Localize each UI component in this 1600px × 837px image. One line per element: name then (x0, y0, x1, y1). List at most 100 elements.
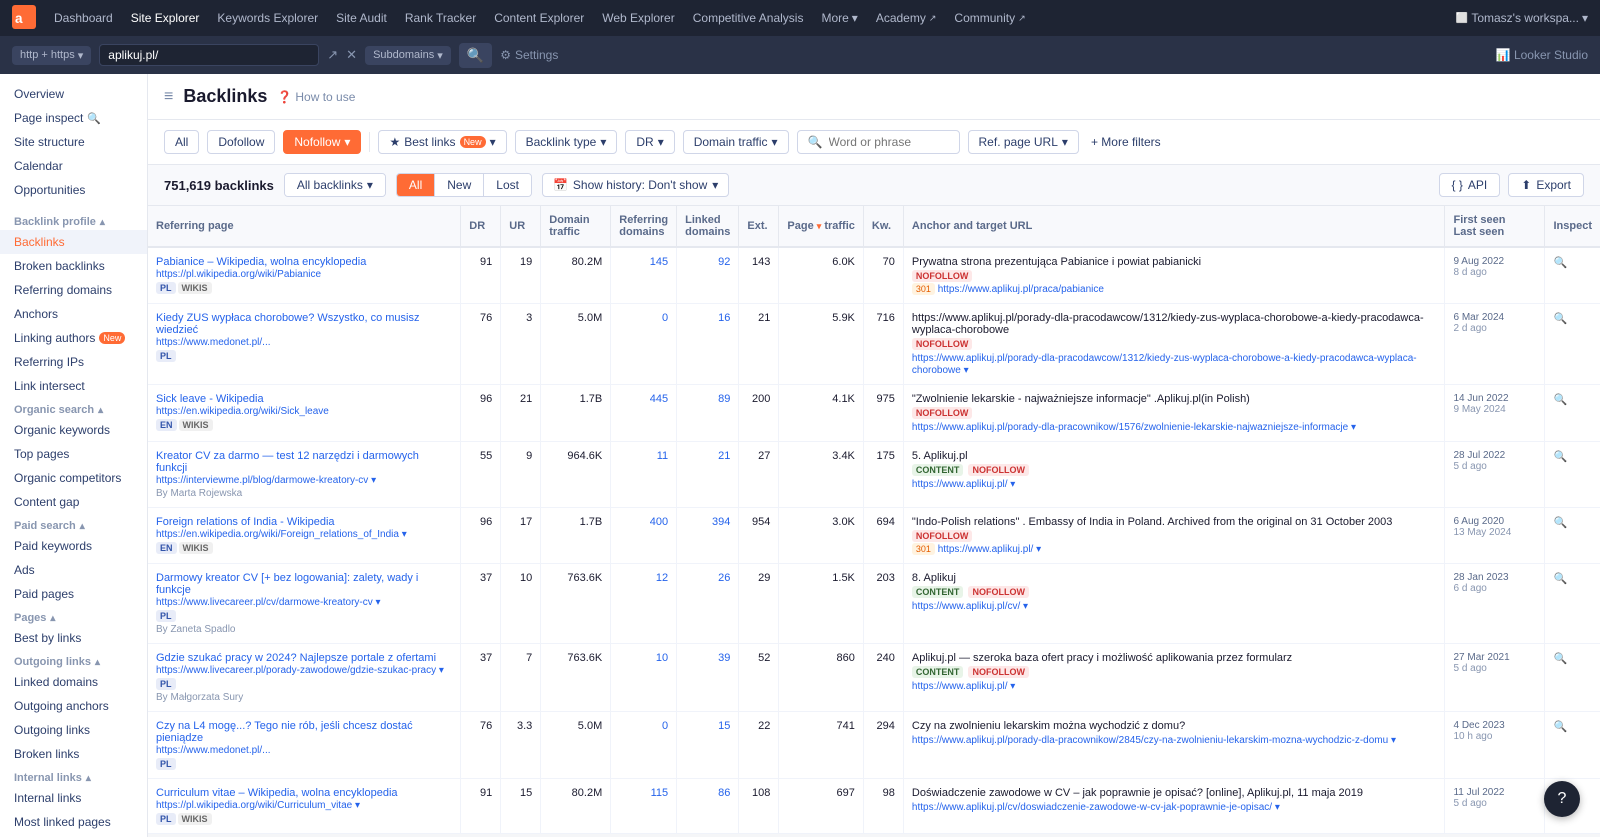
close-icon[interactable]: ✕ (346, 47, 357, 63)
sidebar-item-content-gap[interactable]: Content gap (0, 490, 147, 514)
ref-page-title-link[interactable]: Foreign relations of India - Wikipedia (156, 516, 335, 528)
domain-traffic-filter-btn[interactable]: Domain traffic ▾ (683, 130, 789, 154)
ref-page-title-link[interactable]: Kiedy ZUS wypłaca chorobowe? Wszystko, c… (156, 312, 419, 336)
sidebar-item-paid-pages[interactable]: Paid pages (0, 582, 147, 606)
anchor-url-link[interactable]: https://www.aplikuj.pl/porady-dla-pracow… (912, 422, 1356, 433)
inspect-icon[interactable]: 🔍 (1553, 451, 1567, 463)
col-ur[interactable]: UR (501, 206, 541, 247)
col-referring-domains[interactable]: Referringdomains (611, 206, 677, 247)
nav-rank-tracker[interactable]: Rank Tracker (397, 5, 484, 31)
nav-academy[interactable]: Academy ↗ (868, 5, 945, 31)
dofollow-filter-btn[interactable]: Dofollow (207, 130, 275, 154)
ref-page-url-link[interactable]: https://www.medonet.pl/... (156, 745, 271, 756)
looker-studio-link[interactable]: 📊 Looker Studio (1496, 48, 1588, 62)
help-button[interactable]: ? (1544, 781, 1580, 817)
inspect-icon[interactable]: 🔍 (1553, 517, 1567, 529)
nav-keywords-explorer[interactable]: Keywords Explorer (209, 5, 326, 31)
col-domain-traffic[interactable]: Domaintraffic (541, 206, 611, 247)
sidebar-item-most-linked-pages[interactable]: Most linked pages (0, 810, 147, 834)
nav-competitive-analysis[interactable]: Competitive Analysis (685, 5, 812, 31)
all-filter-btn[interactable]: All (164, 130, 199, 154)
word-phrase-filter[interactable]: 🔍 (797, 130, 960, 154)
sidebar-item-best-by-links[interactable]: Best by links (0, 626, 147, 650)
settings-button[interactable]: ⚙ Settings (500, 48, 558, 62)
ref-page-title-link[interactable]: Curriculum vitae – Wikipedia, wolna ency… (156, 787, 398, 799)
subdomains-selector[interactable]: Subdomains ▾ (365, 46, 451, 65)
anchor-url-link[interactable]: https://www.aplikuj.pl/ ▾ (938, 544, 1041, 555)
col-anchor-url[interactable]: Anchor and target URL (903, 206, 1445, 247)
col-referring-page[interactable]: Referring page (148, 206, 461, 247)
sidebar-item-paid-keywords[interactable]: Paid keywords (0, 534, 147, 558)
sidebar-group-paid-search[interactable]: Paid search ▴ (0, 514, 147, 534)
ref-page-title-link[interactable]: Sick leave - Wikipedia (156, 393, 264, 405)
sidebar-item-outgoing-anchors[interactable]: Outgoing anchors (0, 694, 147, 718)
sidebar-group-internal-links[interactable]: Internal links ▴ (0, 766, 147, 786)
col-dates[interactable]: First seenLast seen (1445, 206, 1545, 247)
anchor-url-link[interactable]: https://www.aplikuj.pl/cv/ ▾ (912, 601, 1028, 612)
all-backlinks-dropdown[interactable]: All backlinks ▾ (285, 174, 385, 196)
sidebar-item-organic-keywords[interactable]: Organic keywords (0, 418, 147, 442)
sidebar-item-internal-links[interactable]: Internal links (0, 786, 147, 810)
tab-new[interactable]: New (435, 174, 484, 196)
sidebar-item-backlinks[interactable]: Backlinks (0, 230, 147, 254)
how-to-use-link[interactable]: ❓ How to use (277, 90, 355, 104)
sidebar-item-ads[interactable]: Ads (0, 558, 147, 582)
sidebar-item-top-pages-organic[interactable]: Top pages (0, 442, 147, 466)
anchor-url-link[interactable]: https://www.aplikuj.pl/praca/pabianice (938, 284, 1104, 295)
external-link-icon[interactable]: ↗ (327, 47, 338, 63)
best-links-btn[interactable]: ★ Best links New ▾ (378, 130, 506, 154)
protocol-selector[interactable]: http + https ▾ (12, 46, 91, 65)
col-linked-domains[interactable]: Linkeddomains (677, 206, 739, 247)
inspect-icon[interactable]: 🔍 (1553, 257, 1567, 269)
ref-page-url-link[interactable]: https://pl.wikipedia.org/wiki/Curriculum… (156, 800, 360, 811)
sidebar-item-anchors[interactable]: Anchors (0, 302, 147, 326)
url-input[interactable] (99, 44, 319, 66)
ref-page-title-link[interactable]: Kreator CV za darmo — test 12 narzędzi i… (156, 450, 419, 474)
sidebar-item-link-intersect[interactable]: Link intersect (0, 374, 147, 398)
nofollow-filter-btn[interactable]: Nofollow ▾ (283, 130, 361, 154)
nav-web-explorer[interactable]: Web Explorer (594, 5, 682, 31)
sidebar-item-broken-backlinks[interactable]: Broken backlinks (0, 254, 147, 278)
show-history-btn[interactable]: 📅 Show history: Don't show ▾ (542, 173, 729, 197)
sidebar-item-linking-authors[interactable]: Linking authors New (0, 326, 147, 350)
col-ext[interactable]: Ext. (739, 206, 779, 247)
inspect-icon[interactable]: 🔍 (1553, 313, 1567, 325)
inspect-icon[interactable]: 🔍 (1553, 721, 1567, 733)
sidebar-group-organic-search[interactable]: Organic search ▴ (0, 398, 147, 418)
sidebar-group-pages[interactable]: Pages ▴ (0, 606, 147, 626)
sidebar-item-broken-links[interactable]: Broken links (0, 742, 147, 766)
tab-all[interactable]: All (397, 174, 435, 196)
col-kw[interactable]: Kw. (863, 206, 903, 247)
anchor-url-link[interactable]: https://www.aplikuj.pl/ ▾ (912, 681, 1015, 692)
sidebar-item-outgoing-links[interactable]: Outgoing links (0, 718, 147, 742)
sidebar-item-linked-domains[interactable]: Linked domains (0, 670, 147, 694)
backlink-type-btn[interactable]: Backlink type ▾ (515, 130, 618, 154)
sidebar-item-calendar[interactable]: Calendar (0, 154, 147, 178)
ref-page-url-link[interactable]: https://www.medonet.pl/... (156, 337, 271, 348)
ref-page-url-link[interactable]: https://pl.wikipedia.org/wiki/Pabianice (156, 269, 321, 280)
sidebar-item-opportunities[interactable]: Opportunities (0, 178, 147, 202)
sidebar-item-organic-competitors[interactable]: Organic competitors (0, 466, 147, 490)
sidebar-item-site-structure[interactable]: Site structure (0, 130, 147, 154)
ref-page-url-link[interactable]: https://en.wikipedia.org/wiki/Foreign_re… (156, 529, 407, 540)
ref-page-title-link[interactable]: Darmowy kreator CV [+ bez logowania]: za… (156, 572, 418, 596)
workspace-selector[interactable]: ⬜ Tomasz's workspa... ▾ (1456, 11, 1588, 25)
ref-page-title-link[interactable]: Czy na L4 mogę...? Tego nie rób, jeśli c… (156, 720, 413, 744)
ref-page-title-link[interactable]: Gdzie szukać pracy w 2024? Najlepsze por… (156, 652, 436, 664)
anchor-url-link[interactable]: https://www.aplikuj.pl/cv/doswiadczenie-… (912, 802, 1280, 813)
sidebar-group-outgoing-links[interactable]: Outgoing links ▴ (0, 650, 147, 670)
hamburger-menu[interactable]: ≡ (164, 88, 173, 106)
tab-lost[interactable]: Lost (484, 174, 531, 196)
ref-page-url-link[interactable]: https://www.livecareer.pl/cv/darmowe-kre… (156, 597, 381, 608)
dr-filter-btn[interactable]: DR ▾ (625, 130, 674, 154)
inspect-icon[interactable]: 🔍 (1553, 573, 1567, 585)
ref-page-url-btn[interactable]: Ref. page URL ▾ (968, 130, 1079, 154)
export-button[interactable]: ⬆ Export (1508, 173, 1584, 197)
col-page-traffic[interactable]: Page ▾ traffic (779, 206, 864, 247)
nav-community[interactable]: Community ↗ (946, 5, 1033, 31)
api-button[interactable]: { } API (1439, 173, 1501, 197)
col-dr[interactable]: DR (461, 206, 501, 247)
ahrefs-logo[interactable]: a (12, 5, 36, 32)
nav-site-explorer[interactable]: Site Explorer (123, 5, 208, 31)
more-filters-btn[interactable]: + More filters (1091, 135, 1161, 149)
